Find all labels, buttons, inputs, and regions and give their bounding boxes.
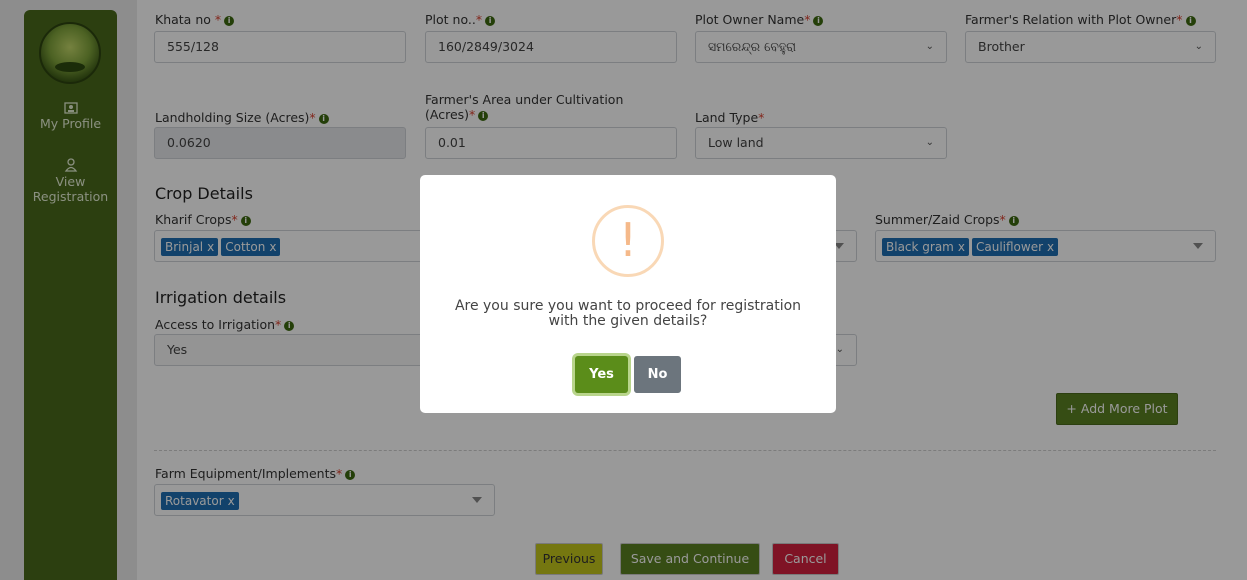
no-button[interactable]: No [634, 356, 681, 393]
warning-icon: ! [592, 205, 664, 277]
yes-button[interactable]: Yes [575, 356, 628, 393]
confirm-dialog: ! Are you sure you want to proceed for r… [420, 175, 836, 413]
confirm-message: Are you sure you want to proceed for reg… [454, 298, 802, 329]
